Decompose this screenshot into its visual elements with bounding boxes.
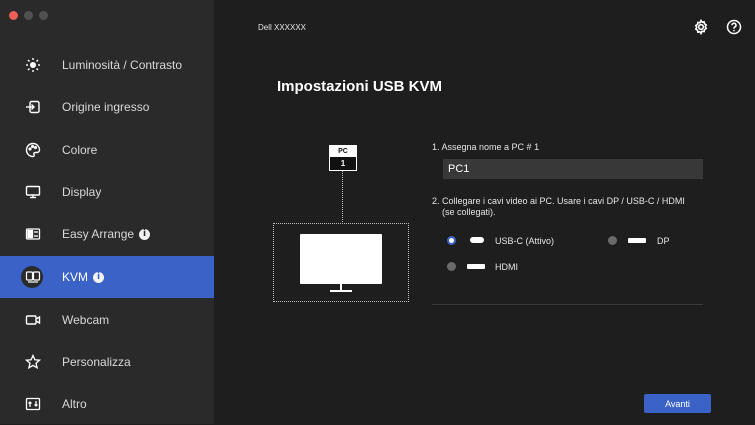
dp-option-label[interactable]: DP [657,236,670,246]
usbc-port-icon [470,237,484,243]
page-title: Impostazioni USB KVM [277,78,443,95]
sidebar-item-label: Colore [62,143,98,157]
sidebar-item-other[interactable]: Altro [0,383,214,425]
pc-badge: PC 1 [329,145,357,171]
window-controls [9,11,48,20]
star-icon [23,352,43,372]
monitor-base [330,290,352,292]
connection-line [342,171,343,222]
main-panel: Dell XXXXXX Impostazioni USB KVM PC 1 1.… [214,0,755,424]
pc-badge-number: 1 [340,159,346,168]
display-icon [23,182,43,202]
pc-badge-label: PC [330,146,356,157]
kvm-icon [23,267,43,287]
sidebar-item-label: Easy Arrange i [62,227,151,241]
sidebar-item-display[interactable]: Display [0,171,214,213]
window-title: Dell XXXXXX [258,23,307,32]
sidebar-item-label: Altro [62,397,87,411]
step2-label: 2. Collegare i cavi video ai PC. Usare i… [432,196,732,218]
sidebar-item-label-text: Easy Arrange [62,227,135,241]
sidebar-item-easy-arrange[interactable]: Easy Arrange i [0,213,214,255]
sidebar-item-personalize[interactable]: Personalizza [0,341,214,383]
sidebar-item-color[interactable]: Colore [0,129,214,171]
other-icon [23,394,43,414]
minimize-window-button[interactable] [24,11,33,20]
easy-arrange-icon [23,224,43,244]
info-icon[interactable]: i [139,229,151,241]
input-source-icon [23,97,43,117]
sidebar-item-input-source[interactable]: Origine ingresso [0,86,214,128]
hdmi-radio[interactable] [447,262,456,271]
monitor-icon [300,234,382,284]
next-button[interactable]: Avanti [644,394,711,413]
hdmi-option-label[interactable]: HDMI [495,262,518,272]
sidebar-item-brightness-contrast[interactable]: Luminosità / Contrasto [0,44,214,86]
sidebar-item-label-text: KVM [62,270,89,284]
sidebar-item-label: Origine ingresso [62,100,150,114]
dp-radio[interactable] [608,236,617,245]
zoom-window-button[interactable] [39,11,48,20]
dp-port-icon [628,238,646,243]
help-icon[interactable] [726,19,742,35]
hdmi-port-icon [467,264,485,269]
pc-name-input[interactable] [443,159,703,179]
sidebar-item-webcam[interactable]: Webcam [0,299,214,341]
sidebar-item-label: Display [62,185,102,199]
brightness-icon [23,55,43,75]
usbc-option-label[interactable]: USB-C (Attivo) [495,236,554,246]
step2-label-line1: 2. Collegare i cavi video ai PC. Usare i… [432,196,685,206]
sidebar-item-kvm[interactable]: KVM i [0,256,214,298]
step2-label-line2: (se collegati). [442,207,496,217]
sidebar: Luminosità / Contrasto Origine ingresso … [0,0,214,424]
webcam-icon [23,310,43,330]
info-icon[interactable]: i [93,272,105,284]
gear-icon[interactable] [693,18,709,36]
sidebar-item-label: Luminosità / Contrasto [62,58,183,72]
sidebar-item-label: Webcam [62,313,110,327]
divider [432,304,703,305]
usbc-radio[interactable] [447,236,456,245]
step1-label: 1. Assegna nome a PC # 1 [432,142,540,152]
sidebar-item-label: KVM i [62,270,105,284]
close-window-button[interactable] [9,11,18,20]
app-window: Luminosità / Contrasto Origine ingresso … [0,0,755,424]
sidebar-item-label: Personalizza [62,355,131,369]
color-palette-icon [23,140,43,160]
